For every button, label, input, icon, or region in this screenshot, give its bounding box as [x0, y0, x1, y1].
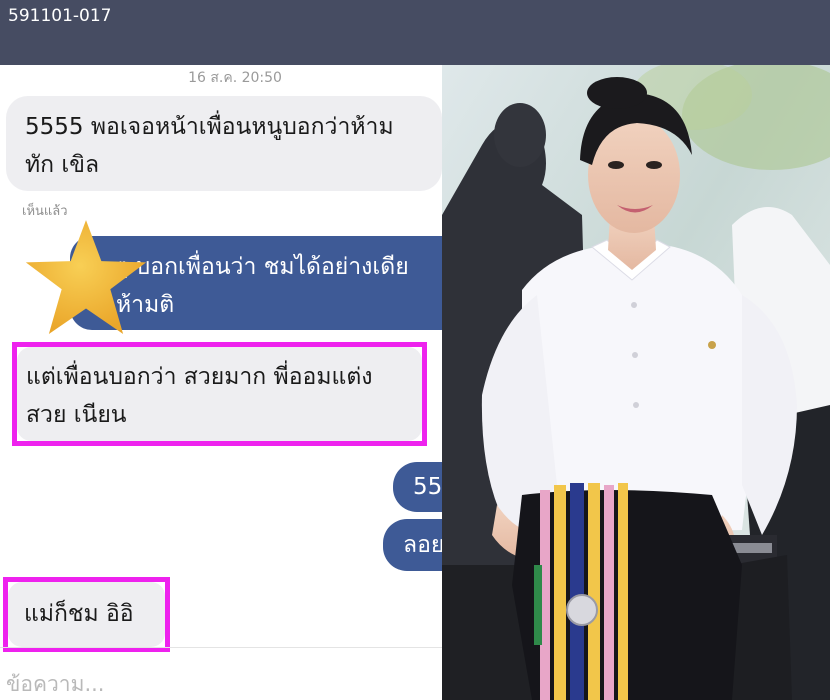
- message-input[interactable]: [6, 672, 426, 696]
- top-bar: 591101-017: [0, 0, 830, 65]
- message-line: ลอย: [403, 532, 442, 558]
- message-line: แต่เพื่อนบอกว่า สวยมาก พี่ออมแต่ง: [26, 364, 373, 390]
- message-timestamp: 16 ส.ค. 20:50: [188, 70, 282, 86]
- message-line: ทัก เขิล: [25, 152, 100, 178]
- incoming-message-1: 5555 พอเจอหน้าเพื่อนหนูบอกว่าห้าม ทัก เข…: [6, 96, 442, 191]
- outgoing-message-3: ลอย: [383, 519, 442, 571]
- message-line: ห้ามติ: [116, 292, 175, 318]
- header-id: 591101-017: [8, 6, 112, 26]
- star-sticker-icon: [25, 220, 147, 335]
- input-divider: [0, 647, 442, 648]
- message-line: 55: [413, 474, 442, 500]
- message-line: แม่ก็ชม อิอิ: [24, 601, 134, 627]
- incoming-message-2: แต่เพื่อนบอกว่า สวยมาก พี่ออมแต่ง สวย เน…: [17, 347, 422, 441]
- graduate-photo: [442, 65, 830, 700]
- incoming-message-3: แม่ก็ชม อิอิ: [8, 582, 165, 647]
- chat-panel[interactable]: 16 ส.ค. 20:50 5555 พอเจอหน้าเพื่อนหนูบอก…: [0, 65, 442, 700]
- message-line: สวย เนียน: [26, 402, 127, 428]
- outgoing-message-2: 55: [393, 462, 442, 512]
- message-line: ๆ บอกเพื่อนว่า ชมได้อย่างเดีย: [116, 254, 409, 280]
- message-line: 5555 พอเจอหน้าเพื่อนหนูบอกว่าห้าม: [25, 114, 394, 140]
